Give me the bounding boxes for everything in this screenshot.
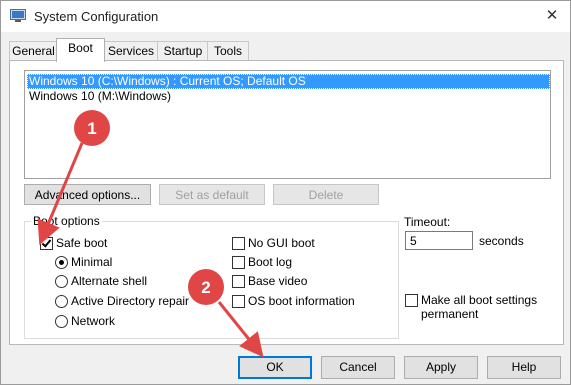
annotation-2-arrow: [217, 301, 264, 358]
annotation-2-number: 2: [201, 278, 210, 297]
tab-boot[interactable]: Boot: [56, 38, 105, 62]
annotation-1-arrow: [37, 142, 84, 246]
annotation-1-number: 1: [87, 119, 96, 138]
annotation-2: 2: [188, 269, 264, 358]
annotation-1: 1: [37, 110, 110, 246]
